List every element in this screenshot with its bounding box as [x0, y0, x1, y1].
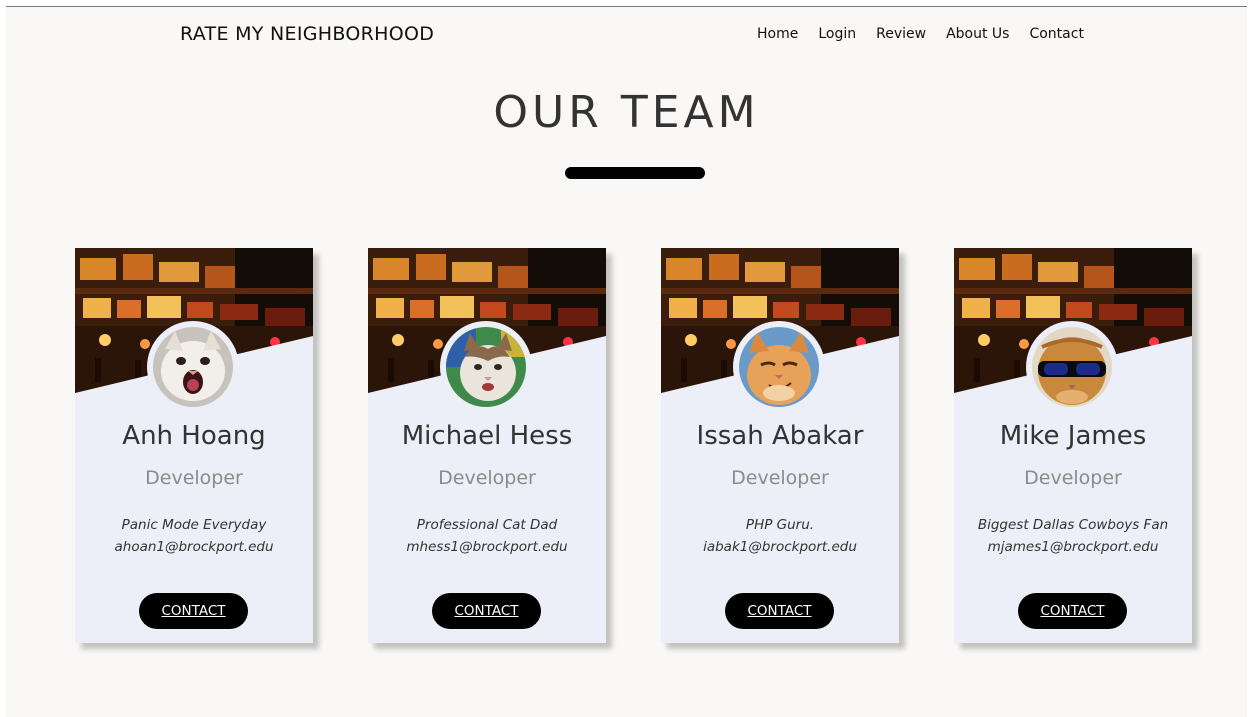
- avatar-smirking-orange-cat: [739, 327, 819, 407]
- team-card-issah-abakar: Issah Abakar Developer PHP Guru. iabak1@…: [661, 248, 899, 643]
- avatar-orange-cat-sunglasses: [1032, 327, 1112, 407]
- title-underline: [565, 167, 705, 179]
- member-name: Issah Abakar: [696, 421, 864, 451]
- contact-button[interactable]: CONTACT: [432, 593, 541, 629]
- nav-links: Home Login Review About Us Contact: [757, 26, 1084, 42]
- member-role: Developer: [145, 467, 243, 489]
- page: RATE MY NEIGHBORHOOD Home Login Review A…: [6, 6, 1247, 717]
- team-card-anh-hoang: Anh Hoang Developer Panic Mode Everyday …: [75, 248, 313, 643]
- member-role: Developer: [438, 467, 536, 489]
- navbar: RATE MY NEIGHBORHOOD Home Login Review A…: [6, 7, 1247, 63]
- member-email[interactable]: mjames1@brockport.edu: [954, 539, 1192, 555]
- team-card-michael-hess: Michael Hess Developer Professional Cat …: [368, 248, 606, 643]
- nav-link-review[interactable]: Review: [876, 26, 926, 42]
- member-bio: Panic Mode Everyday: [121, 517, 267, 533]
- member-name: Mike James: [999, 421, 1147, 451]
- contact-button[interactable]: CONTACT: [1018, 593, 1127, 629]
- avatar-screaming-white-cat: [153, 327, 233, 407]
- member-name: Anh Hoang: [122, 421, 266, 451]
- avatar-tabby-white-cat: [446, 327, 526, 407]
- nav-link-about-us[interactable]: About Us: [946, 26, 1009, 42]
- member-email[interactable]: iabak1@brockport.edu: [661, 539, 899, 555]
- contact-button[interactable]: CONTACT: [139, 593, 248, 629]
- team-card-mike-james: Mike James Developer Biggest Dallas Cowb…: [954, 248, 1192, 643]
- nav-link-home[interactable]: Home: [757, 26, 798, 42]
- member-role: Developer: [1024, 467, 1122, 489]
- member-bio: Professional Cat Dad: [416, 517, 558, 533]
- page-title: OUR TEAM: [493, 87, 760, 138]
- contact-button[interactable]: CONTACT: [725, 593, 834, 629]
- nav-link-login[interactable]: Login: [818, 26, 856, 42]
- site-brand[interactable]: RATE MY NEIGHBORHOOD: [180, 23, 434, 45]
- member-bio: PHP Guru.: [745, 517, 815, 533]
- member-bio: Biggest Dallas Cowboys Fan: [977, 517, 1169, 533]
- member-name: Michael Hess: [401, 421, 573, 451]
- member-email[interactable]: mhess1@brockport.edu: [368, 539, 606, 555]
- member-email[interactable]: ahoan1@brockport.edu: [75, 539, 313, 555]
- nav-link-contact[interactable]: Contact: [1029, 26, 1083, 42]
- member-role: Developer: [731, 467, 829, 489]
